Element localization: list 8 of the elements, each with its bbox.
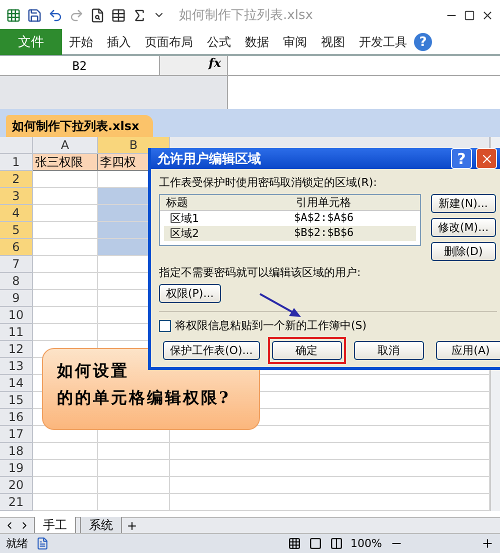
callout-text: 如何设置 [57,361,130,382]
users-label: 指定不需要密码就可以编辑该区域的用户: [159,265,362,280]
table-cell: 张三权限 [33,154,98,171]
ranges-label: 工作表受保护时使用密码取消锁定的区域(R): [159,175,378,190]
window-title: 如何制作下拉列表.xlsx [179,7,313,24]
status-text: 就绪 [6,536,28,551]
callout-text: 的的单元格编辑权限? [57,388,232,409]
zoom-level: 100% [350,537,382,550]
